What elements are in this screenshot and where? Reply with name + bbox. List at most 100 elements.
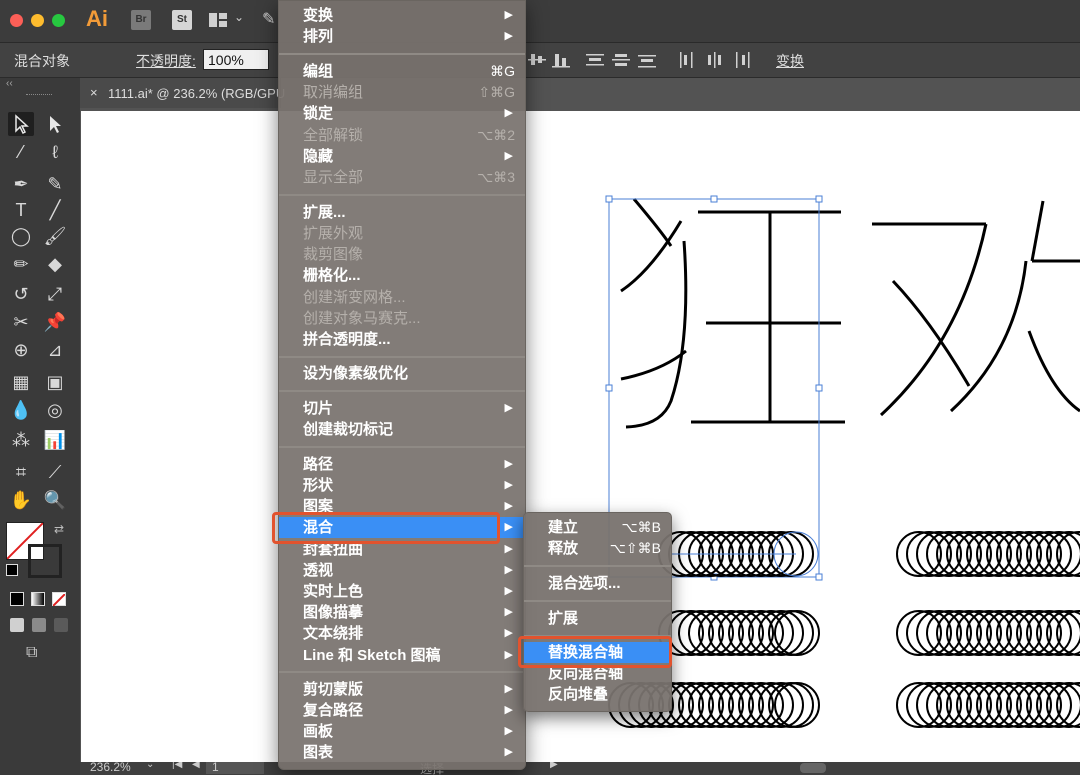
stock-button[interactable]: St bbox=[172, 10, 192, 30]
play-icon[interactable]: ▶ bbox=[550, 762, 558, 770]
warp-tool-icon[interactable]: ✂ bbox=[8, 310, 34, 334]
collapse-panel-icon[interactable]: ‹‹ bbox=[6, 78, 13, 89]
none-mode-button[interactable] bbox=[52, 592, 66, 607]
menu-item-hide[interactable]: 隐藏 ▶ bbox=[279, 146, 525, 167]
distribute-bottom-icon[interactable] bbox=[638, 52, 656, 68]
rotate-tool-icon[interactable]: ↺ bbox=[8, 282, 34, 306]
menu-item-path[interactable]: 路径 ▶ bbox=[279, 454, 525, 475]
submenu-item-reverse-front-to-back[interactable]: 反向堆叠 bbox=[524, 684, 671, 705]
zoom-window-button[interactable] bbox=[52, 14, 65, 27]
close-window-button[interactable] bbox=[10, 14, 23, 27]
chevron-down-icon[interactable]: ⌄ bbox=[234, 10, 244, 24]
menu-item-transform[interactable]: 变换 ▶ bbox=[279, 5, 525, 26]
submenu-arrow-icon: ▶ bbox=[504, 150, 513, 162]
draw-normal-icon[interactable] bbox=[10, 618, 24, 632]
align-bottom-icon[interactable] bbox=[552, 52, 570, 68]
stroke-swatch[interactable] bbox=[28, 544, 62, 578]
menu-item-perspective[interactable]: 透视 ▶ bbox=[279, 560, 525, 581]
workspace-layout-icon[interactable] bbox=[208, 12, 228, 28]
submenu-item-expand[interactable]: 扩展 bbox=[524, 608, 671, 629]
artboard-number-input[interactable]: 1 bbox=[206, 762, 264, 774]
symbol-sprayer-tool-icon[interactable]: ⁂ bbox=[8, 428, 34, 452]
screen-mode-icon[interactable]: ⧉ bbox=[26, 644, 50, 662]
column-graph-tool-icon[interactable]: 📊 bbox=[42, 428, 68, 452]
hand-tool-icon[interactable]: ✋ bbox=[8, 488, 34, 512]
align-vertical-center-icon[interactable] bbox=[528, 52, 546, 68]
gradient-mode-button[interactable] bbox=[31, 592, 45, 606]
menu-item-artboards[interactable]: 画板 ▶ bbox=[279, 721, 525, 742]
ellipse-tool-icon[interactable]: ◯ bbox=[8, 224, 34, 248]
gradient-tool-icon[interactable]: ▣ bbox=[42, 370, 68, 394]
menu-item-rasterize[interactable]: 栅格化... bbox=[279, 265, 525, 286]
puppet-warp-tool-icon[interactable]: 📌 bbox=[42, 310, 68, 334]
swap-fill-stroke-icon[interactable]: ⇄ bbox=[54, 522, 64, 536]
draw-inside-icon[interactable] bbox=[54, 618, 68, 632]
slice-tool-icon[interactable]: ⟋ bbox=[42, 460, 68, 484]
transform-link[interactable]: 变换 bbox=[776, 51, 804, 71]
document-tab[interactable]: × 1111.ai* @ 236.2% (RGB/GPU bbox=[80, 78, 285, 108]
mesh-tool-icon[interactable]: ▦ bbox=[8, 370, 34, 394]
menu-item-slice[interactable]: 切片 ▶ bbox=[279, 398, 525, 419]
eyedropper-tool-icon[interactable]: 💧 bbox=[8, 398, 34, 422]
menu-item-text-wrap[interactable]: 文本绕排 ▶ bbox=[279, 623, 525, 644]
horizontal-scrollbar-thumb[interactable] bbox=[800, 763, 826, 773]
pencil-tool-icon[interactable]: ✏ bbox=[8, 252, 34, 276]
distribute-top-icon[interactable] bbox=[586, 52, 604, 68]
selection-tool-icon[interactable] bbox=[8, 112, 34, 136]
type-tool-icon[interactable]: T bbox=[8, 198, 34, 222]
artboard-tool-icon[interactable]: ⌗ bbox=[8, 460, 34, 484]
menu-item-image-trace[interactable]: 图像描摹 ▶ bbox=[279, 602, 525, 623]
first-artboard-icon[interactable]: |◀ bbox=[172, 762, 182, 770]
distribute-horizontal-center-icon[interactable] bbox=[706, 52, 724, 68]
magic-wand-tool-icon[interactable]: ⁄ bbox=[8, 140, 34, 164]
draw-behind-icon[interactable] bbox=[32, 618, 46, 632]
panel-grip[interactable] bbox=[26, 94, 52, 98]
menu-item-group[interactable]: 编组 ⌘G bbox=[279, 61, 525, 82]
menu-item-line-sketch-art[interactable]: Line 和 Sketch 图稿 ▶ bbox=[279, 645, 525, 666]
zoom-level[interactable]: 236.2% bbox=[90, 762, 131, 774]
menu-item-arrange[interactable]: 排列 ▶ bbox=[279, 26, 525, 47]
submenu-item-release[interactable]: 释放 ⌥⇧⌘B bbox=[524, 538, 671, 559]
illustrator-logo: Ai bbox=[86, 6, 108, 31]
scale-tool-icon[interactable]: ⤢ bbox=[42, 282, 68, 306]
distribute-vertical-center-icon[interactable] bbox=[612, 52, 630, 68]
shape-builder-tool-icon[interactable]: ⊕ bbox=[8, 338, 34, 362]
menu-item-create-trim-marks[interactable]: 创建裁切标记 bbox=[279, 419, 525, 440]
minimize-window-button[interactable] bbox=[31, 14, 44, 27]
lasso-tool-icon[interactable]: ℓ bbox=[42, 140, 68, 164]
bridge-button[interactable]: Br bbox=[131, 10, 151, 30]
submenu-item-blend-options[interactable]: 混合选项... bbox=[524, 573, 671, 594]
distribute-right-icon[interactable] bbox=[734, 52, 752, 68]
paintbrush-tool-icon[interactable]: 🖌 bbox=[42, 224, 68, 248]
default-colors-icon[interactable] bbox=[6, 564, 18, 576]
menu-item-graph[interactable]: 图表 ▶ bbox=[279, 742, 525, 763]
menu-item-lock[interactable]: 锁定 ▶ bbox=[279, 103, 525, 124]
brush-icon[interactable]: ✎ bbox=[262, 9, 275, 29]
opacity-input[interactable]: 100% bbox=[203, 49, 269, 70]
distribute-left-icon[interactable] bbox=[678, 52, 696, 68]
menu-item-live-paint[interactable]: 实时上色 ▶ bbox=[279, 581, 525, 602]
menu-item-clipping-mask[interactable]: 剪切蒙版 ▶ bbox=[279, 679, 525, 700]
pen-tool-icon[interactable]: ✒ bbox=[8, 172, 34, 196]
eraser-tool-icon[interactable]: ◆ bbox=[42, 252, 68, 276]
chevron-down-icon[interactable]: ⌄ bbox=[146, 762, 154, 770]
line-segment-tool-icon[interactable]: ╱ bbox=[42, 198, 68, 222]
blend-tool-icon[interactable]: ◎ bbox=[42, 398, 68, 422]
color-mode-button[interactable] bbox=[10, 592, 24, 606]
menu-item-flatten-transparency[interactable]: 拼合透明度... bbox=[279, 329, 525, 350]
menu-item-expand[interactable]: 扩展... bbox=[279, 202, 525, 223]
perspective-grid-tool-icon[interactable]: ⊿ bbox=[42, 338, 68, 362]
direct-selection-tool-icon[interactable] bbox=[42, 112, 68, 136]
close-icon[interactable]: × bbox=[90, 85, 98, 100]
menu-item-pixel-perfect[interactable]: 设为像素级优化 bbox=[279, 363, 525, 384]
submenu-item-make[interactable]: 建立 ⌥⌘B bbox=[524, 517, 671, 538]
curvature-tool-icon[interactable]: ✎ bbox=[42, 172, 68, 196]
previous-artboard-icon[interactable]: ◀ bbox=[192, 762, 200, 770]
submenu-arrow-icon: ▶ bbox=[504, 500, 513, 512]
opacity-label[interactable]: 不透明度: bbox=[136, 51, 196, 71]
menu-item-compound-path[interactable]: 复合路径 ▶ bbox=[279, 700, 525, 721]
menu-item-show-all: 显示全部 ⌥⌘3 bbox=[303, 169, 515, 186]
submenu-arrow-icon: ▶ bbox=[504, 683, 513, 695]
menu-item-shape[interactable]: 形状 ▶ bbox=[279, 475, 525, 496]
zoom-tool-icon[interactable]: 🔍 bbox=[42, 488, 68, 512]
